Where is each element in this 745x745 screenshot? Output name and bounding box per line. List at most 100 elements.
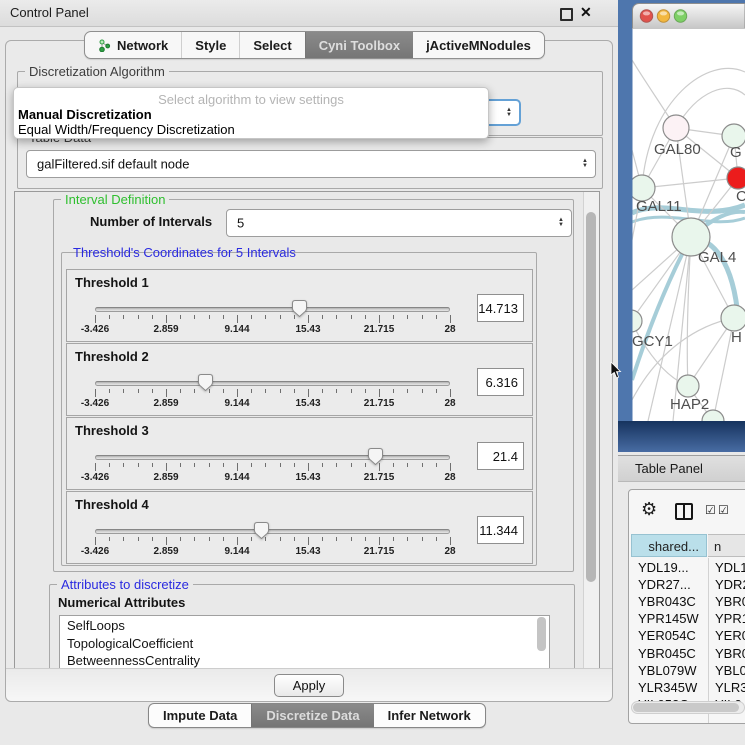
threshold-panel: Threshold 1-3.4262.8599.14415.4321.71528 (66, 269, 533, 342)
scale-tick-label: 9.144 (224, 324, 249, 335)
combo-value: galFiltered.sif default node (37, 157, 189, 172)
threshold-label: Threshold 4 (75, 497, 149, 512)
columns-icon[interactable] (675, 503, 693, 520)
num-intervals-spinner[interactable]: 5 ▲▼ (226, 209, 572, 237)
threshold-value-input[interactable] (477, 294, 524, 322)
table-row[interactable]: YBL079WYBL0 (631, 663, 745, 680)
horizontal-scrollbar[interactable] (631, 701, 745, 714)
scale-tick-label: 2.859 (153, 472, 178, 483)
slider-handle[interactable] (368, 448, 383, 465)
light-glare (643, 11, 650, 15)
slider-track[interactable] (95, 307, 450, 312)
table-cell: YBR043C (638, 594, 696, 609)
scale-tick-label: -3.426 (81, 324, 109, 335)
slider-scale-labels: -3.4262.8599.14415.4321.71528 (95, 398, 450, 410)
attribute-item[interactable]: TopologicalCoefficient (60, 634, 549, 652)
checkbox-icon[interactable]: ☑ (718, 503, 729, 517)
tab-label: Cyni Toolbox (319, 38, 400, 53)
apply-button[interactable]: Apply (274, 674, 344, 697)
threshold-value-input[interactable] (477, 368, 524, 396)
table-row[interactable]: YPR145WYPR1 (631, 611, 745, 628)
threshold-value-input[interactable] (477, 442, 524, 470)
table-row[interactable]: YBR045CYBR0 (631, 646, 745, 663)
threshold-slider[interactable]: -3.4262.8599.14415.4321.71528 (95, 372, 450, 412)
scale-tick-label: 15.43 (295, 546, 320, 557)
dropdown-placeholder[interactable]: Select algorithm to view settings (14, 92, 488, 107)
close-icon[interactable]: ✕ (580, 4, 592, 21)
cyni-bottom-tabs: Impute Data Discretize Data Infer Networ… (148, 703, 486, 728)
attribute-item[interactable]: BetweennessCentrality (60, 651, 549, 669)
tab-infer-network[interactable]: Infer Network (374, 704, 485, 727)
column-header-name[interactable]: n (708, 534, 745, 557)
numerical-attributes-list[interactable]: SelfLoopsTopologicalCoefficientBetweenne… (59, 615, 550, 670)
attributes-group: Attributes to discretize Numerical Attri… (49, 584, 575, 670)
table-panel-header[interactable]: Table Panel (618, 455, 745, 482)
tab-select[interactable]: Select (239, 32, 304, 58)
gear-icon[interactable]: ⚙ (641, 499, 657, 520)
node-label-partial-g: G (730, 144, 742, 161)
threshold-value-input[interactable] (477, 516, 524, 544)
dropdown-option-manual[interactable]: Manual Discretization (18, 107, 152, 122)
apply-strip: Apply (6, 668, 612, 701)
table-panel-body: ⚙ ☑ ☑ shared... n YDL19...YDL1YDR27...YD… (628, 489, 745, 724)
group-label: Discretization Algorithm (25, 64, 169, 79)
dropdown-option-equal-width[interactable]: Equal Width/Frequency Discretization (18, 122, 235, 137)
numerical-attributes-label: Numerical Attributes (58, 595, 185, 610)
scrollbar-thumb[interactable] (586, 212, 596, 582)
algorithm-dropdown-popup: Select algorithm to view settings Manual… (13, 87, 489, 139)
threshold-label: Threshold 2 (75, 349, 149, 364)
slider-track[interactable] (95, 381, 450, 386)
node-hap2[interactable] (677, 375, 699, 397)
scrollbar-thumb[interactable] (633, 703, 739, 712)
column-header-shared[interactable]: shared... (631, 534, 707, 557)
node-label-partial-h: H (731, 329, 742, 346)
tab-cyni-toolbox[interactable]: Cyni Toolbox (305, 32, 413, 58)
slider-track[interactable] (95, 455, 450, 460)
node-selected-red[interactable] (727, 167, 745, 189)
table-row[interactable]: YBR043CYBR0 (631, 594, 745, 611)
slider-track[interactable] (95, 529, 450, 534)
node-h[interactable] (721, 305, 745, 331)
slider-handle[interactable] (254, 522, 269, 539)
table-cell: YER0 (715, 628, 745, 643)
scale-tick-label: 21.715 (364, 324, 395, 335)
threshold-slider[interactable]: -3.4262.8599.14415.4321.71528 (95, 446, 450, 486)
network-view-window[interactable]: GAL80 G GAL11 C GAL4 GCY1 H HAP2 (618, 0, 745, 452)
screen: Control Panel ✕ Network Style Select Cyn… (0, 0, 745, 745)
table-data-combobox[interactable]: galFiltered.sif default node ▲▼ (26, 150, 596, 178)
node-label-gal80: GAL80 (654, 141, 701, 158)
scale-tick-label: 9.144 (224, 546, 249, 557)
thresholds-group: Threshold's Coordinates for 5 Intervals … (61, 252, 537, 566)
light-glare (677, 11, 684, 15)
threshold-slider[interactable]: -3.4262.8599.14415.4321.71528 (95, 298, 450, 338)
table-row[interactable]: YLR345W YLR3 (631, 680, 745, 697)
tab-discretize-data[interactable]: Discretize Data (251, 704, 373, 727)
table-row[interactable]: YDR27...YDR2 (631, 577, 745, 594)
scale-tick-label: 2.859 (153, 398, 178, 409)
spinner-value: 5 (237, 216, 244, 231)
tab-style[interactable]: Style (181, 32, 239, 58)
table-cell: YLR3 (715, 680, 745, 695)
scale-tick-label: 21.715 (364, 398, 395, 409)
scale-tick-label: -3.426 (81, 546, 109, 557)
float-window-icon[interactable] (560, 8, 573, 21)
checkbox-icon[interactable]: ☑ (705, 503, 716, 517)
table-row[interactable]: YER054CYER0 (631, 628, 745, 645)
slider-handle[interactable] (292, 300, 307, 317)
table-cell: YLR345W (638, 680, 697, 695)
node-label-gal11: GAL11 (636, 198, 682, 215)
threshold-slider[interactable]: -3.4262.8599.14415.4321.71528 (95, 520, 450, 560)
control-panel-titlebar: Control Panel ✕ (0, 0, 618, 27)
slider-handle[interactable] (198, 374, 213, 391)
table-cell: YBL079W (638, 663, 697, 678)
slider-ticks (95, 537, 450, 545)
vertical-scrollbar[interactable] (583, 192, 599, 669)
tab-jactivemnodules[interactable]: jActiveMNodules (413, 32, 544, 58)
table-cell: YBR0 (715, 646, 745, 661)
tab-impute-data[interactable]: Impute Data (149, 704, 251, 727)
tab-network[interactable]: Network (85, 32, 181, 58)
attribute-item[interactable]: SelfLoops (60, 616, 549, 634)
list-scrollbar-thumb[interactable] (537, 617, 546, 651)
node-gal80[interactable] (663, 115, 689, 141)
table-row[interactable]: YDL19...YDL1 (631, 560, 745, 577)
